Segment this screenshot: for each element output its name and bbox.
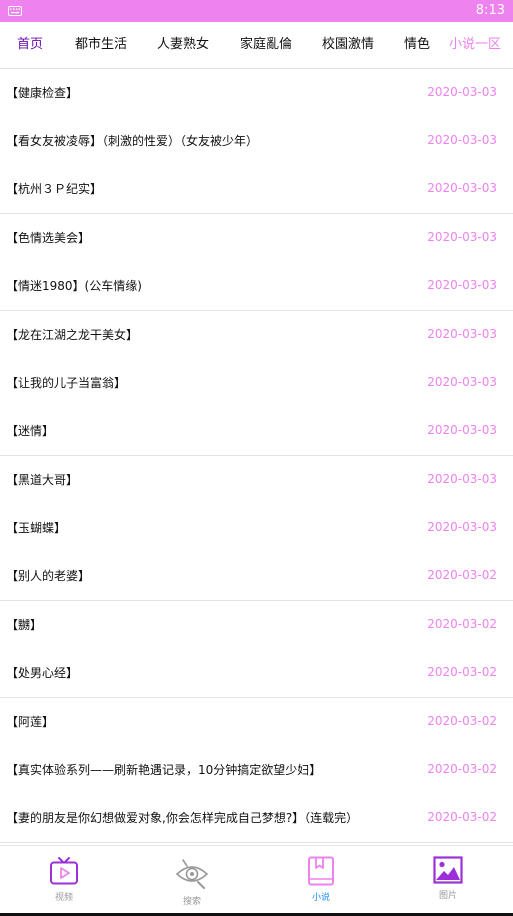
tab-urban-life[interactable]: 都市生活 — [75, 22, 127, 68]
status-time: 8:13 — [475, 3, 505, 18]
story-title: 【情迷1980】(公车情缘) — [6, 279, 142, 293]
story-date: 2020-03-02 — [427, 665, 497, 679]
nav-images-label: 图片 — [438, 891, 457, 901]
list-item[interactable]: 【别人的老婆】 2020-03-02 — [0, 552, 513, 601]
list-item[interactable]: 【色情选美会】 2020-03-03 — [0, 214, 513, 263]
story-title: 【看女友被凌辱】（刺激的性爱）（女友被少年） — [6, 134, 259, 148]
story-list: 【健康检查】 2020-03-03 【看女友被凌辱】（刺激的性爱）（女友被少年）… — [0, 69, 513, 843]
list-item[interactable]: 【妻的朋友是你幻想做爱对象,你会怎样完成自己梦想?】（连载完） 2020-03-… — [0, 794, 513, 843]
story-date: 2020-03-02 — [427, 568, 497, 582]
bottom-nav: 视频 搜索 小说 图片 — [0, 845, 513, 916]
story-title: 【阿莲】 — [6, 715, 55, 729]
story-date: 2020-03-03 — [427, 327, 497, 341]
nav-search[interactable]: 搜索 — [152, 856, 232, 907]
nav-video-label: 视频 — [54, 893, 73, 903]
list-item[interactable]: 【黑道大哥】 2020-03-03 — [0, 456, 513, 505]
list-item[interactable]: 【龙在江湖之龙干美女】 2020-03-03 — [0, 311, 513, 360]
story-date: 2020-03-02 — [427, 617, 497, 631]
nav-video[interactable]: 视频 — [24, 856, 104, 903]
story-title: 【真实体验系列——刷新艳遇记录，10分钟搞定欲望少妇】 — [6, 763, 322, 777]
nav-novel[interactable]: 小说 — [281, 856, 361, 903]
tab-campus[interactable]: 校園激情 — [322, 22, 374, 68]
list-item[interactable]: 【嬲】 2020-03-02 — [0, 601, 513, 650]
story-title: 【健康检查】 — [6, 86, 79, 100]
list-item[interactable]: 【真实体验系列——刷新艳遇记录，10分钟搞定欲望少妇】 2020-03-02 — [0, 746, 513, 795]
list-item[interactable]: 【玉蝴蝶】 2020-03-03 — [0, 504, 513, 553]
story-title: 【嬲】 — [6, 618, 43, 632]
tab-erotic[interactable]: 情色 — [404, 22, 430, 68]
tab-wives[interactable]: 人妻熟女 — [157, 22, 209, 68]
story-date: 2020-03-02 — [427, 714, 497, 728]
story-date: 2020-03-03 — [427, 520, 497, 534]
story-title: 【黑道大哥】 — [6, 473, 79, 487]
list-item[interactable]: 【杭州３Ｐ纪实】 2020-03-03 — [0, 165, 513, 214]
search-eye-icon — [175, 859, 209, 889]
story-title: 【处男心经】 — [6, 666, 79, 680]
nav-novel-label: 小说 — [311, 893, 330, 903]
story-date: 2020-03-03 — [427, 472, 497, 486]
tab-novel-zone-1[interactable]: 小说一区 — [449, 22, 501, 68]
story-title: 【迷情】 — [6, 424, 55, 438]
nav-images[interactable]: 图片 — [408, 856, 488, 901]
list-item[interactable]: 【情迷1980】(公车情缘) 2020-03-03 — [0, 262, 513, 311]
tab-family[interactable]: 家庭亂倫 — [240, 22, 292, 68]
keyboard-icon — [8, 6, 22, 16]
category-tabbar: 首页 都市生活 人妻熟女 家庭亂倫 校園激情 情色 小说一区 — [0, 22, 513, 69]
image-icon — [433, 856, 463, 884]
list-item[interactable]: 【迷情】 2020-03-03 — [0, 407, 513, 456]
status-bar: 8:13 — [0, 0, 513, 22]
story-title: 【玉蝴蝶】 — [6, 521, 67, 535]
story-date: 2020-03-03 — [427, 278, 497, 292]
story-title: 【让我的儿子当富翁】 — [6, 376, 127, 390]
story-date: 2020-03-02 — [427, 762, 497, 776]
story-date: 2020-03-03 — [427, 133, 497, 147]
list-item[interactable]: 【健康检查】 2020-03-03 — [0, 69, 513, 118]
story-date: 2020-03-03 — [427, 423, 497, 437]
list-item[interactable]: 【处男心经】 2020-03-02 — [0, 649, 513, 698]
story-title: 【别人的老婆】 — [6, 569, 91, 583]
story-date: 2020-03-03 — [427, 181, 497, 195]
story-title: 【龙在江湖之龙干美女】 — [6, 328, 139, 342]
list-item[interactable]: 【阿莲】 2020-03-02 — [0, 698, 513, 747]
story-title: 【色情选美会】 — [6, 231, 91, 245]
list-item[interactable]: 【看女友被凌辱】（刺激的性爱）（女友被少年） 2020-03-03 — [0, 117, 513, 166]
story-date: 2020-03-03 — [427, 230, 497, 244]
story-date: 2020-03-03 — [427, 375, 497, 389]
tab-home[interactable]: 首页 — [17, 22, 43, 68]
story-title: 【杭州３Ｐ纪实】 — [6, 182, 103, 196]
nav-search-label: 搜索 — [182, 897, 201, 907]
story-date: 2020-03-02 — [427, 810, 497, 824]
story-title: 【妻的朋友是你幻想做爱对象,你会怎样完成自己梦想?】（连载完） — [6, 811, 359, 825]
list-item[interactable]: 【让我的儿子当富翁】 2020-03-03 — [0, 359, 513, 408]
book-icon — [308, 856, 334, 886]
tab-more-wrap: 小说一区 — [443, 22, 513, 68]
tv-play-icon — [50, 857, 78, 885]
story-date: 2020-03-03 — [427, 85, 497, 99]
